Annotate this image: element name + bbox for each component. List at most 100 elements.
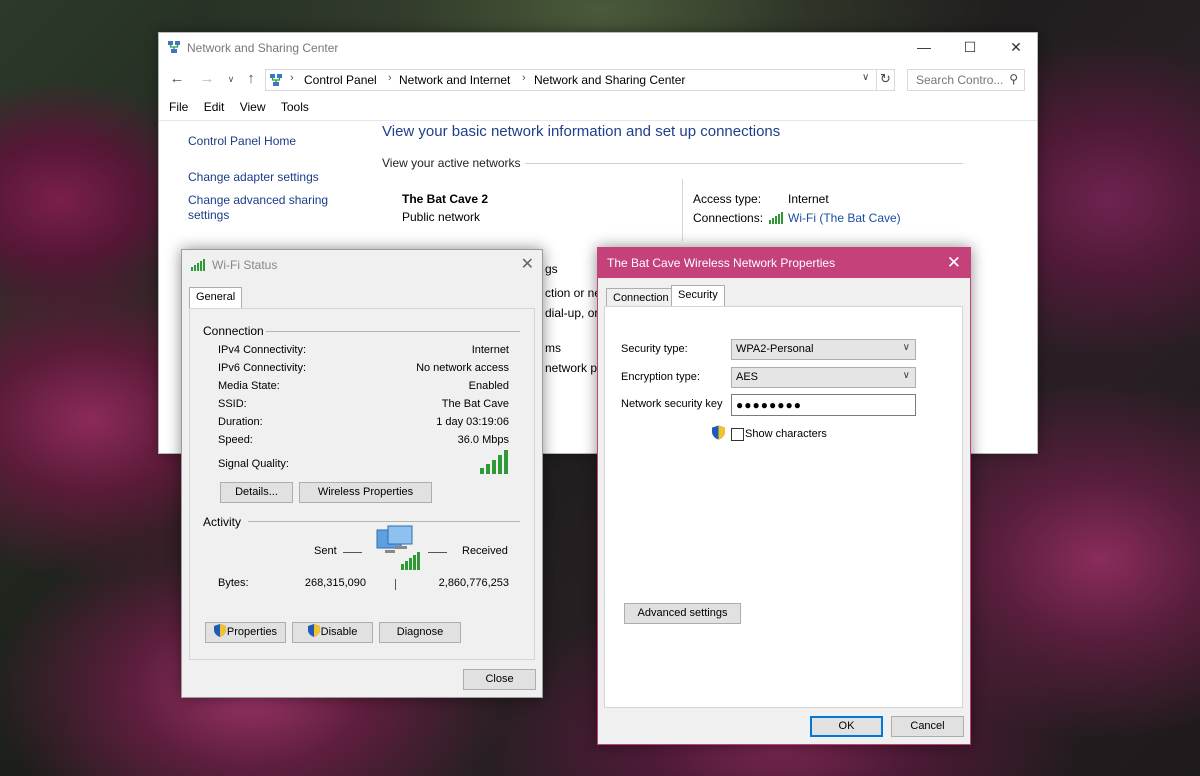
details-button[interactable]: Details... <box>220 482 293 503</box>
speed-value: 36.0 Mbps <box>457 434 509 446</box>
ok-button[interactable]: OK <box>810 716 883 737</box>
close-window-button[interactable]: ✕ <box>993 33 1039 63</box>
disable-label: Disable <box>320 626 358 638</box>
breadcrumb-network-internet[interactable]: Network and Internet <box>399 73 510 87</box>
ipv4-value: Internet <box>471 344 509 356</box>
properties-button[interactable]: Properties <box>205 622 286 643</box>
show-characters-label[interactable]: Show characters <box>745 428 827 440</box>
ipv4-label: IPv4 Connectivity: <box>218 344 307 356</box>
peek-text: dial-up, or <box>545 306 599 320</box>
ipv6-value: No network access <box>416 362 509 374</box>
menu-view[interactable]: View <box>240 100 266 114</box>
network-computers-icon <box>376 525 420 570</box>
properties-label: Properties <box>226 626 278 638</box>
change-adapter-settings-link[interactable]: Change adapter settings <box>188 170 319 185</box>
diagnose-button[interactable]: Diagnose <box>379 622 461 643</box>
cancel-button[interactable]: Cancel <box>891 716 964 737</box>
bytes-received-value: 2,860,776,253 <box>438 577 509 589</box>
ipv6-label: IPv6 Connectivity: <box>218 362 307 374</box>
advanced-sharing-link-line2[interactable]: settings <box>188 208 229 223</box>
close-icon[interactable]: ✕ <box>947 253 961 273</box>
maximize-button[interactable]: ☐ <box>947 33 993 63</box>
access-type-label: Access type: <box>693 192 762 206</box>
received-line <box>428 552 447 553</box>
wireless-properties-button[interactable]: Wireless Properties <box>299 482 432 503</box>
peek-link[interactable]: ction or net <box>545 286 604 300</box>
forward-arrow-icon[interactable]: → <box>197 68 217 92</box>
search-input[interactable]: Search Contro... ⚲ <box>907 69 1025 91</box>
refresh-icon[interactable]: ↻ <box>880 71 891 87</box>
close-button[interactable]: Close <box>463 669 536 690</box>
close-icon[interactable]: ✕ <box>521 254 534 274</box>
control-panel-home-link[interactable]: Control Panel Home <box>188 134 296 149</box>
active-networks-label: View your active networks <box>382 156 521 170</box>
duration-value: 1 day 03:19:06 <box>436 416 509 428</box>
dialog-title: Wi-Fi Status <box>212 258 278 272</box>
address-dropdown-icon[interactable]: ∨ <box>862 72 869 83</box>
shield-icon <box>712 425 725 440</box>
show-characters-checkbox[interactable] <box>731 428 744 441</box>
media-state-label: Media State: <box>218 380 280 392</box>
shield-icon <box>307 624 320 637</box>
encryption-type-label: Encryption type: <box>621 371 700 383</box>
breadcrumb-network-sharing[interactable]: Network and Sharing Center <box>534 73 685 87</box>
duration-label: Duration: <box>218 416 263 428</box>
wifi-connection-link[interactable]: Wi-Fi (The Bat Cave) <box>788 211 901 225</box>
signal-bars-icon <box>480 450 508 474</box>
up-arrow-icon[interactable]: ↑ <box>241 68 261 92</box>
menu-edit[interactable]: Edit <box>204 100 225 114</box>
chevron-right-icon: › <box>522 72 526 84</box>
wireless-properties-dialog: The Bat Cave Wireless Network Properties… <box>597 247 971 745</box>
received-label: Received <box>462 545 508 557</box>
peek-link[interactable]: ms <box>545 341 561 355</box>
security-type-value: WPA2-Personal <box>736 343 814 355</box>
recent-dropdown-icon[interactable]: ∨ <box>221 68 241 92</box>
encryption-type-value: AES <box>736 371 759 383</box>
tab-general[interactable]: General <box>189 287 243 308</box>
shield-icon <box>213 624 226 637</box>
encryption-type-select[interactable]: AES ∨ <box>731 367 916 388</box>
advanced-sharing-link[interactable]: Change advanced sharing <box>188 193 328 208</box>
security-type-select[interactable]: WPA2-Personal ∨ <box>731 339 916 360</box>
tab-label: Connection <box>613 292 669 304</box>
details-button-label: Details... <box>235 486 278 498</box>
diagnose-label: Diagnose <box>396 626 444 638</box>
general-panel: Connection IPv4 Connectivity: Internet I… <box>189 308 535 660</box>
security-type-label: Security type: <box>621 343 688 355</box>
address-divider <box>876 70 877 90</box>
back-arrow-icon[interactable]: ← <box>167 68 187 92</box>
tab-security[interactable]: Security <box>671 285 725 307</box>
breadcrumb-control-panel[interactable]: Control Panel <box>304 73 377 87</box>
close-label: Close <box>485 673 514 685</box>
ok-label: OK <box>838 720 855 732</box>
ssid-label: SSID: <box>218 398 247 410</box>
group-divider <box>266 331 520 332</box>
disable-button[interactable]: Disable <box>292 622 373 643</box>
peek-text: network p <box>545 361 598 375</box>
menu-bar: File Edit View Tools <box>169 100 321 120</box>
address-bar[interactable]: › Control Panel › Network and Internet ›… <box>265 69 895 91</box>
title-bar[interactable]: Network and Sharing Center — ☐ ✕ <box>159 33 1037 63</box>
network-divider <box>682 179 683 241</box>
window-title: Network and Sharing Center <box>187 41 339 55</box>
security-panel: Security type: WPA2-Personal ∨ Encryptio… <box>604 306 963 708</box>
chevron-down-icon: ∨ <box>902 342 910 353</box>
security-key-input[interactable]: ●●●●●●●● <box>731 394 916 416</box>
minimize-button[interactable]: — <box>901 33 947 63</box>
dialog-title-bar[interactable]: The Bat Cave Wireless Network Properties… <box>598 248 970 278</box>
search-icon: ⚲ <box>1009 72 1018 86</box>
network-name: The Bat Cave 2 <box>402 192 489 206</box>
advanced-settings-button[interactable]: Advanced settings <box>624 603 741 624</box>
menu-file[interactable]: File <box>169 100 188 114</box>
search-placeholder: Search Contro... <box>916 73 1004 87</box>
menu-tools[interactable]: Tools <box>281 100 309 114</box>
sent-label: Sent <box>314 545 337 557</box>
wifi-status-dialog: Wi-Fi Status ✕ General Connection IPv4 C… <box>181 249 543 698</box>
dialog-title: The Bat Cave Wireless Network Properties <box>607 256 836 270</box>
content-divider <box>159 120 1037 121</box>
cancel-label: Cancel <box>910 720 945 732</box>
chevron-right-icon: › <box>388 72 392 84</box>
chevron-right-icon: › <box>290 72 294 84</box>
tab-connection[interactable]: Connection <box>606 288 676 307</box>
signal-quality-label: Signal Quality: <box>218 458 289 470</box>
